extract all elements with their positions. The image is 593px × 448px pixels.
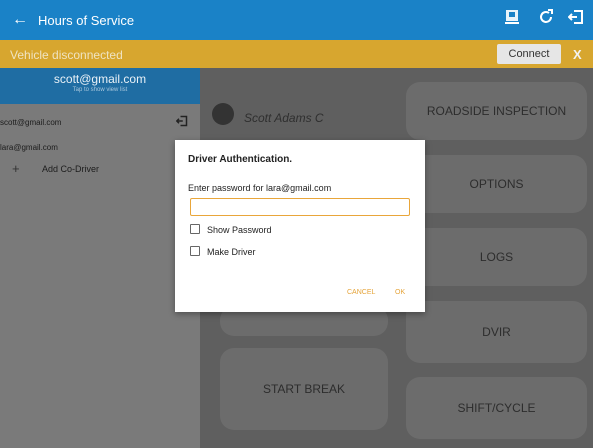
- drawer-header[interactable]: scott@gmail.com Tap to show view list: [0, 68, 200, 104]
- shift-cycle-button[interactable]: SHIFT/CYCLE: [406, 377, 587, 439]
- close-banner-icon[interactable]: X: [573, 47, 582, 62]
- drawer: scott@gmail.com Tap to show view list sc…: [0, 68, 200, 448]
- cancel-button[interactable]: CANCEL: [347, 289, 375, 296]
- driver-auth-dialog: Driver Authentication. Enter password fo…: [175, 140, 425, 312]
- password-input[interactable]: [190, 198, 410, 216]
- make-driver-checkbox[interactable]: [190, 246, 200, 256]
- plus-icon: +: [12, 161, 20, 176]
- drawer-user-email: lara@gmail.com: [0, 143, 58, 152]
- app-bar: ← Hours of Service: [0, 0, 593, 40]
- show-password-label: Show Password: [207, 225, 272, 235]
- roadside-inspection-button[interactable]: ROADSIDE INSPECTION: [406, 82, 587, 140]
- show-password-checkbox[interactable]: [190, 224, 200, 234]
- user-name: Scott Adams C: [244, 111, 324, 125]
- logout-icon[interactable]: [175, 114, 188, 130]
- app-title: Hours of Service: [38, 13, 135, 28]
- refresh-icon[interactable]: [538, 9, 554, 30]
- logs-button[interactable]: LOGS: [406, 228, 587, 286]
- dialog-prompt: Enter password for lara@gmail.com: [188, 183, 332, 193]
- start-break-button[interactable]: START BREAK: [220, 348, 388, 430]
- report-icon[interactable]: [505, 9, 519, 30]
- banner-message: Vehicle disconnected: [10, 48, 123, 62]
- dvir-button[interactable]: DVIR: [406, 301, 587, 363]
- connection-banner: Vehicle disconnected Connect X: [0, 40, 593, 68]
- drawer-hint: Tap to show view list: [72, 87, 128, 93]
- avatar: [212, 103, 234, 125]
- back-icon[interactable]: ←: [12, 11, 28, 29]
- ok-button[interactable]: OK: [395, 289, 405, 296]
- drawer-email: scott@gmail.com: [53, 72, 147, 86]
- drawer-user-email: scott@gmail.com: [0, 118, 62, 127]
- dialog-title: Driver Authentication.: [188, 154, 293, 165]
- drawer-user-row[interactable]: lara@gmail.com: [0, 143, 200, 152]
- add-co-driver-label: Add Co-Driver: [42, 164, 100, 174]
- make-driver-label: Make Driver: [207, 247, 256, 257]
- connect-button[interactable]: Connect: [497, 44, 561, 64]
- options-button[interactable]: OPTIONS: [406, 155, 587, 213]
- drawer-user-row[interactable]: scott@gmail.com: [0, 114, 200, 130]
- logout-icon[interactable]: [567, 9, 584, 30]
